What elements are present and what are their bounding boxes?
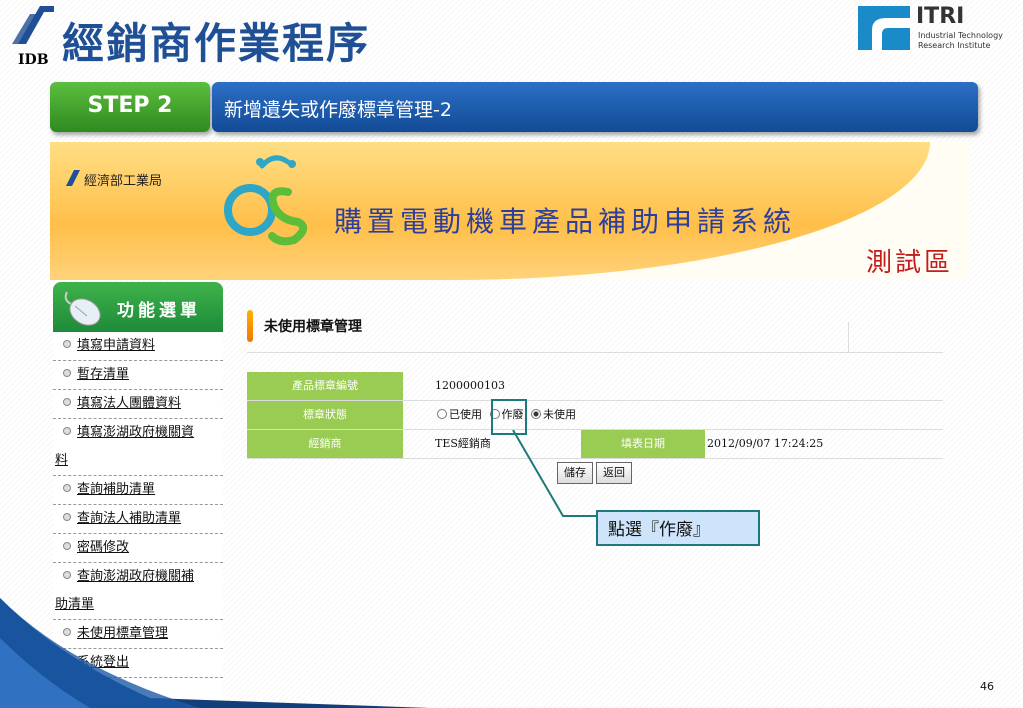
bullet-icon: [63, 484, 71, 492]
menu-item-corporate-data[interactable]: 填寫法人團體資料: [53, 390, 223, 419]
bullet-icon: [63, 398, 71, 406]
moea-swoosh-icon: [66, 170, 80, 186]
radio-used-label: 已使用: [449, 408, 482, 421]
section-vertical-divider: [848, 322, 849, 352]
bullet-icon: [63, 571, 71, 579]
step-title: 新增遺失或作廢標章管理-2: [224, 99, 452, 121]
system-banner: 經濟部工業局 購置電動機車產品補助申請系統 測試區: [50, 142, 970, 280]
qs-logo-icon: [224, 155, 308, 246]
itri-mark-icon: [858, 6, 910, 50]
corner-decoration: [0, 598, 430, 708]
menu-item-draft-list[interactable]: 暫存清單: [53, 361, 223, 390]
itri-word: ITRI: [916, 4, 965, 29]
mouse-icon: [64, 291, 101, 326]
step-title-bar: 新增遺失或作廢標章管理-2: [212, 82, 978, 132]
row-label-status: 標章狀態 已使用 作廢 未使用: [247, 401, 943, 430]
menu-item-fill-application[interactable]: 填寫申請資料: [53, 332, 223, 361]
radio-used[interactable]: [437, 409, 447, 419]
idb-logo: IDB: [6, 4, 62, 70]
row-label-number: 產品標章編號 1200000103: [247, 372, 943, 401]
dealer-heading: 經銷商: [247, 430, 403, 458]
callout-connector: [512, 430, 597, 517]
idb-swoosh-icon: [12, 6, 54, 44]
menu-item-change-password[interactable]: 密碼修改: [53, 534, 223, 563]
instruction-callout: 點選『作廢』: [596, 510, 760, 546]
radio-unused-label: 未使用: [543, 408, 576, 421]
menu-item-penghu-gov-data[interactable]: 填寫澎湖政府機關資料: [53, 419, 223, 476]
idb-logo-text: IDB: [18, 52, 49, 68]
section-title: 未使用標章管理: [264, 319, 362, 335]
bullet-icon: [63, 369, 71, 377]
label-number-value: 1200000103: [435, 379, 505, 392]
bullet-icon: [63, 542, 71, 550]
test-area-label: 測試區: [866, 248, 954, 278]
dealer-value: TES經銷商: [435, 437, 491, 450]
function-menu-title: 功能選單: [117, 301, 201, 321]
page-number: 46: [980, 680, 994, 693]
page-title: 經銷商作業程序: [62, 19, 371, 68]
section-accent-bar: [247, 310, 253, 342]
date-value: 2012/09/07 17:24:25: [707, 437, 824, 450]
system-name: 購置電動機車產品補助申請系統: [334, 205, 797, 238]
bullet-icon: [63, 513, 71, 521]
menu-item-subsidy-list[interactable]: 查詢補助清單: [53, 476, 223, 505]
menu-item-corporate-subsidy-list[interactable]: 查詢法人補助清單: [53, 505, 223, 534]
step-badge: STEP 2: [50, 82, 210, 132]
label-status-heading: 標章狀態: [247, 401, 403, 429]
bullet-icon: [63, 340, 71, 348]
section-divider: [247, 352, 943, 353]
bullet-icon: [63, 427, 71, 435]
radio-unused[interactable]: [531, 409, 541, 419]
itri-logo: ITRI Industrial Technology Research Inst…: [858, 4, 1008, 52]
agency-name: 經濟部工業局: [84, 174, 163, 189]
function-menu-header: 功能選單: [53, 282, 223, 332]
label-number-heading: 產品標章編號: [247, 372, 403, 400]
itri-subtitle-2: Research Institute: [918, 41, 991, 50]
itri-subtitle-1: Industrial Technology: [918, 31, 1003, 40]
